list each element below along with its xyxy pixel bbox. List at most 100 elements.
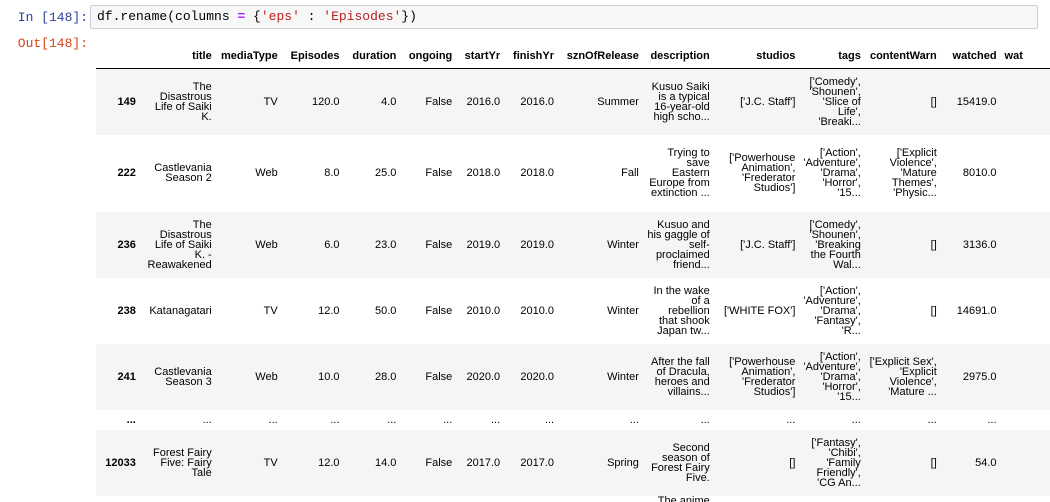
table-row: 12033 Forest Fairy Five: Fairy Tale TV 12.0… bbox=[96, 429, 1050, 496]
table-cell: TV bbox=[263, 95, 278, 108]
table-cell: [] bbox=[789, 456, 796, 469]
table-cell: The Disastrous Life of Saiki K. - Reawak… bbox=[147, 218, 212, 271]
column-header: contentWarn bbox=[864, 44, 941, 69]
table-row: 238 Katanagatari TV 12.0 50.0 False 2010.0 2010… bbox=[96, 278, 1050, 344]
table-cell bbox=[1001, 212, 1050, 278]
table-cell: Winter bbox=[607, 370, 639, 383]
column-header: tags bbox=[799, 44, 865, 69]
table-cell: Castlevania Season 2 bbox=[154, 162, 212, 184]
column-header: wat bbox=[1000, 44, 1050, 69]
table-cell: ... bbox=[987, 413, 997, 426]
table-cell: 28.0 bbox=[374, 370, 397, 383]
table-cell: ['WHITE FOX'] bbox=[724, 304, 796, 317]
table-cell bbox=[216, 496, 282, 502]
table-cell bbox=[865, 496, 941, 502]
table-cell bbox=[1001, 69, 1050, 135]
table-cell: Summer bbox=[597, 95, 639, 108]
code-value-string: 'Episodes' bbox=[323, 9, 402, 24]
table-cell: ... bbox=[851, 413, 861, 426]
column-header: studios bbox=[713, 44, 800, 69]
table-cell: In the wake of a rebellion that shook Ja… bbox=[653, 284, 710, 337]
table-cell: Web bbox=[255, 238, 278, 251]
table-cell: ['Action', 'Adventure', 'Drama', 'Fantas… bbox=[803, 284, 861, 337]
table-cell: False bbox=[425, 95, 453, 108]
dataframe-table: title mediaType Episodes duration ongoing sta… bbox=[96, 44, 1050, 502]
table-row: ........................................… bbox=[96, 410, 1050, 430]
table-cell: ... bbox=[330, 413, 340, 426]
column-header: duration bbox=[343, 44, 401, 69]
table-cell: ... bbox=[629, 413, 639, 426]
table-cell: False bbox=[425, 370, 453, 383]
table-cell: 2019.0 bbox=[520, 238, 554, 251]
table-cell: ['Comedy', 'Shounen', 'Breaking the Four… bbox=[809, 218, 861, 271]
table-cell: Web bbox=[255, 167, 278, 179]
table-cell: 14.0 bbox=[374, 456, 397, 469]
table-cell: ['Fantasy', 'Chibi', 'Family Friendly', … bbox=[811, 436, 861, 489]
code-input-cell[interactable]: df.rename(columns = {'eps' : 'Episodes'}… bbox=[90, 5, 1038, 29]
table-cell: 2017.0 bbox=[466, 456, 501, 469]
table-cell: 4.0 bbox=[381, 95, 397, 108]
table-cell: 2010.0 bbox=[466, 304, 501, 317]
table-cell bbox=[1001, 496, 1050, 502]
table-cell: 2975.0 bbox=[962, 370, 997, 383]
table-cell: Forest Fairy Five: Fairy Tale bbox=[153, 446, 212, 479]
dataframe-output[interactable]: title mediaType Episodes duration ongoing sta… bbox=[96, 44, 1050, 502]
table-cell bbox=[558, 496, 643, 502]
table-cell: ['Powerhouse Animation', 'Frederator Stu… bbox=[729, 152, 796, 194]
header-row: title mediaType Episodes duration ongoing sta… bbox=[96, 44, 1050, 69]
table-cell: Web bbox=[255, 370, 278, 383]
table-cell: 2016.0 bbox=[466, 95, 501, 108]
table-cell: 2019.0 bbox=[466, 238, 501, 251]
table-cell: 2020.0 bbox=[520, 370, 554, 383]
table-cell bbox=[400, 496, 456, 502]
table-cell: 10.0 bbox=[318, 370, 340, 383]
column-header: description bbox=[642, 44, 714, 69]
table-cell: ['Explicit Sex', 'Explicit Violence', 'M… bbox=[869, 355, 937, 398]
code-brace: { bbox=[245, 9, 261, 24]
output-prompt: Out[148]: bbox=[17, 36, 88, 51]
table-cell bbox=[1001, 344, 1050, 410]
table-cell: TV bbox=[263, 456, 278, 469]
table-cell bbox=[1001, 410, 1050, 430]
table-cell bbox=[282, 496, 344, 502]
row-index: 222 bbox=[117, 167, 136, 179]
table-cell: ... bbox=[927, 413, 937, 426]
table-cell bbox=[504, 496, 558, 502]
table-cell: Winter bbox=[607, 304, 639, 317]
table-cell bbox=[456, 496, 504, 502]
table-cell: Castlevania Season 3 bbox=[154, 365, 212, 388]
table-header: title mediaType Episodes duration ongoing sta… bbox=[96, 44, 1050, 69]
row-index: 12033 bbox=[105, 456, 136, 469]
table-cell: 54.0 bbox=[975, 456, 997, 469]
table-cell: ['Powerhouse Animation', 'Frederator Stu… bbox=[729, 355, 796, 398]
table-cell: TV bbox=[263, 304, 278, 317]
table-cell: Fall bbox=[621, 167, 639, 179]
row-index: 241 bbox=[117, 370, 136, 383]
table-cell bbox=[714, 496, 800, 502]
table-cell: ['J.C. Staff'] bbox=[740, 95, 796, 108]
table-cell: ... bbox=[202, 413, 212, 426]
row-index: 238 bbox=[117, 304, 136, 317]
table-cell: ['Comedy', 'Shounen', 'Slice of Life', '… bbox=[809, 75, 861, 128]
table-cell: 2018.0 bbox=[520, 167, 554, 179]
table-cell: The anime bbox=[657, 494, 710, 502]
table-cell: ... bbox=[700, 413, 710, 426]
table-cell: ... bbox=[786, 413, 796, 426]
row-index: 236 bbox=[117, 238, 136, 251]
column-header: Episodes bbox=[281, 44, 344, 69]
table-cell: 120.0 bbox=[312, 95, 340, 108]
table-cell: Winter bbox=[607, 238, 639, 251]
table-cell: 12.0 bbox=[318, 456, 340, 469]
table-cell: 14691.0 bbox=[956, 304, 997, 317]
table-cell: 8.0 bbox=[324, 167, 340, 179]
table-cell: 8010.0 bbox=[962, 167, 997, 179]
input-prompt: In [148]: bbox=[17, 10, 88, 25]
table-cell: 2018.0 bbox=[466, 167, 501, 179]
table-cell: False bbox=[425, 238, 453, 251]
table-cell: ['Action', 'Adventure', 'Drama', 'Horror… bbox=[803, 147, 861, 199]
table-row: 241 Castlevania Season 3 Web 10.0 28.0 False 2… bbox=[96, 343, 1050, 410]
table-cell bbox=[1001, 135, 1050, 212]
table-cell: ... bbox=[544, 413, 554, 426]
table-cell: Kusuo and his gaggle of self-proclaimed … bbox=[647, 218, 710, 271]
table-cell: False bbox=[425, 167, 453, 179]
